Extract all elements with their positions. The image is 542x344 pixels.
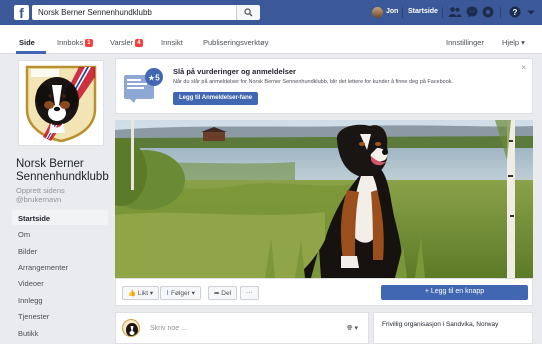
profile-picture[interactable] bbox=[18, 60, 104, 146]
close-icon[interactable]: × bbox=[521, 63, 526, 72]
page-nav-bar: Side Innboks 1 Varsler 4 Innsikt Publiseri… bbox=[0, 25, 542, 54]
add-button-cta[interactable]: + Legg til en knapp bbox=[381, 285, 528, 300]
like-icon: 👍 bbox=[128, 290, 137, 297]
sidebar-item-events[interactable]: Arrangementer bbox=[12, 259, 108, 274]
post-composer: Skriv noe ... 🌐︎ ▾ bbox=[115, 312, 369, 344]
sidebar-item-photos[interactable]: Bilder bbox=[12, 243, 108, 258]
sidebar-item-videos[interactable]: Videoer bbox=[12, 275, 108, 290]
tab-insights[interactable]: Innsikt bbox=[161, 38, 183, 47]
club-logo bbox=[21, 63, 101, 143]
category-text: Frivillig organisasjon i Sandvika, Norwa… bbox=[382, 321, 499, 328]
rss-icon: ⌇ bbox=[166, 290, 170, 297]
follow-label: Følger ▾ bbox=[171, 290, 195, 297]
divider bbox=[500, 7, 501, 18]
search-input[interactable]: Norsk Berner Sennenhundklubb bbox=[32, 5, 259, 20]
notifications-badge: 4 bbox=[135, 39, 143, 47]
composer-input[interactable]: Skriv noe ... bbox=[150, 325, 187, 332]
like-label: Likt ▾ bbox=[137, 290, 154, 297]
divider bbox=[402, 7, 403, 18]
notifications-icon[interactable] bbox=[482, 6, 494, 18]
handle-line: @brukernavn bbox=[16, 195, 62, 204]
sidebar-item-services[interactable]: Tjenester bbox=[12, 308, 108, 323]
help-icon[interactable]: ? bbox=[509, 6, 521, 18]
facebook-logo[interactable]: f bbox=[14, 5, 29, 21]
inbox-badge: 1 bbox=[85, 39, 93, 47]
svg-text:★: ★ bbox=[148, 74, 155, 83]
search-button[interactable] bbox=[236, 5, 260, 20]
top-bar: f Norsk Berner Sennenhundklubb Jon Start… bbox=[0, 0, 542, 25]
promo-text: Når du slår på anmeldelser for Norsk Ber… bbox=[173, 79, 454, 85]
page-title: Norsk Berner Sennenhundklubb bbox=[16, 158, 109, 183]
svg-text:?: ? bbox=[513, 8, 518, 17]
create-username-link[interactable]: Opprett sidens @brukernavn bbox=[16, 186, 116, 204]
handle-line: Opprett sidens bbox=[16, 186, 65, 195]
audience-selector[interactable]: 🌐︎ ▾ bbox=[347, 324, 358, 333]
sidebar-item-home[interactable]: Startside bbox=[12, 210, 108, 225]
share-label: Del bbox=[221, 290, 232, 297]
active-tab-indicator bbox=[16, 51, 46, 54]
divider bbox=[442, 7, 443, 18]
audience-chevron: ▾ bbox=[354, 325, 358, 332]
tab-settings[interactable]: Innstillinger bbox=[446, 38, 484, 47]
tab-publishing-tools[interactable]: Publiseringsverktøy bbox=[203, 38, 268, 47]
follow-button[interactable]: ⌇ Følger ▾ bbox=[160, 286, 201, 300]
friends-icon[interactable] bbox=[448, 6, 462, 18]
sidebar-item-posts[interactable]: Innlegg bbox=[12, 292, 108, 307]
tab-inbox[interactable]: Innboks 1 bbox=[57, 38, 93, 47]
globe-icon: 🌐︎ bbox=[346, 325, 353, 332]
about-card: Frivillig organisasjon i Sandvika, Norwa… bbox=[373, 312, 533, 344]
svg-text:5: 5 bbox=[155, 74, 160, 83]
add-reviews-tab-button[interactable]: Legg til Anmeldelser-fane bbox=[173, 92, 259, 105]
user-avatar[interactable] bbox=[372, 7, 383, 18]
cover-photo[interactable] bbox=[115, 120, 533, 278]
reviews-promo-card: ★ 5 Slå på vurderinger og anmeldelser Nå… bbox=[115, 58, 533, 114]
tab-page[interactable]: Side bbox=[19, 38, 35, 47]
reviews-icon: ★ 5 bbox=[124, 67, 164, 107]
help-menu[interactable]: Hjelp ▾ bbox=[502, 38, 525, 47]
share-icon: ➦ bbox=[214, 290, 220, 297]
dropdown-icon[interactable] bbox=[526, 6, 538, 18]
more-options-button[interactable]: ··· bbox=[240, 286, 259, 300]
sidebar-item-shop[interactable]: Butikk bbox=[12, 325, 108, 340]
promo-title: Slå på vurderinger og anmeldelser bbox=[173, 67, 296, 76]
sidebar-item-about[interactable]: Om bbox=[12, 226, 108, 241]
page-action-bar: 👍 Likt ▾ ⌇ Følger ▾ ➦ Del ··· + Legg til… bbox=[115, 278, 533, 306]
user-name-link[interactable]: Jon bbox=[386, 8, 398, 15]
search-icon bbox=[244, 8, 253, 17]
home-link[interactable]: Startside bbox=[408, 8, 438, 15]
share-button[interactable]: ➦ Del bbox=[208, 286, 238, 300]
page-avatar bbox=[122, 319, 140, 337]
tab-notifications[interactable]: Varsler 4 bbox=[110, 38, 143, 47]
dog-landscape-photo bbox=[115, 120, 533, 278]
like-button[interactable]: 👍 Likt ▾ bbox=[122, 286, 160, 300]
messages-icon[interactable] bbox=[466, 6, 478, 18]
